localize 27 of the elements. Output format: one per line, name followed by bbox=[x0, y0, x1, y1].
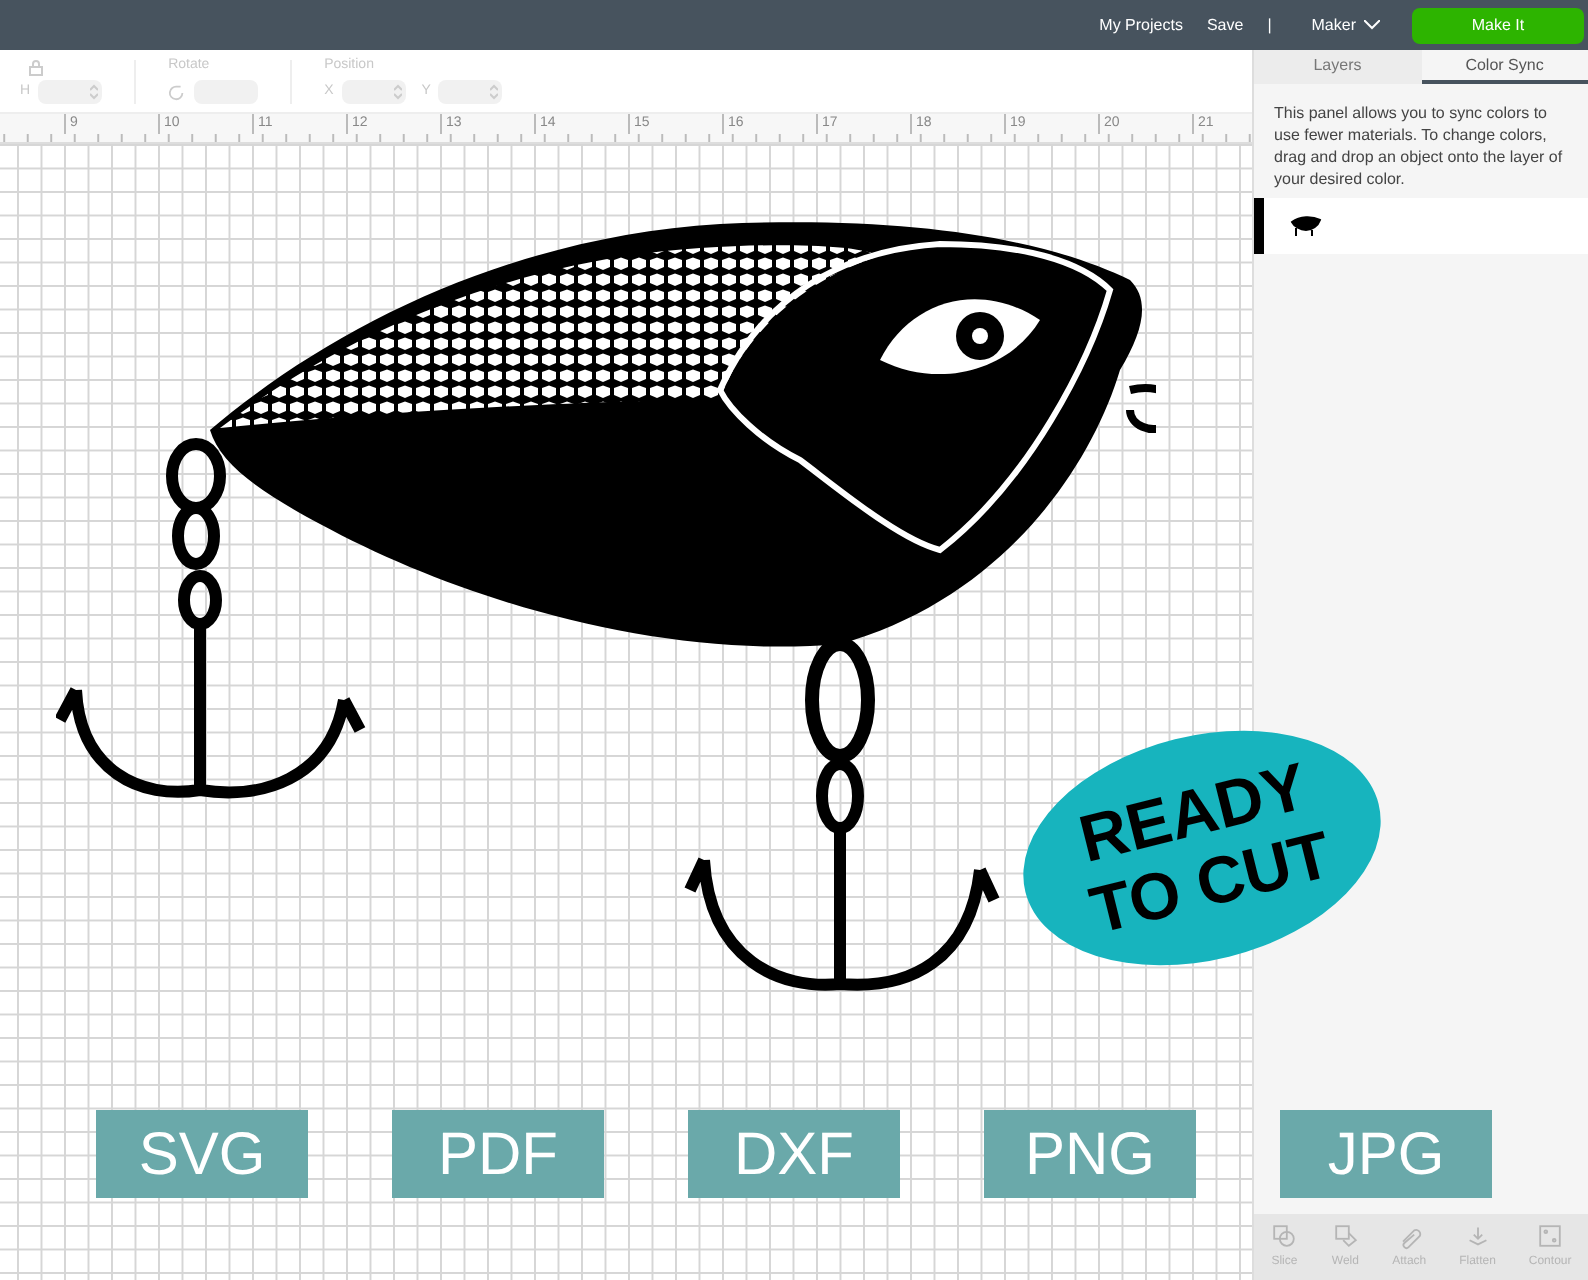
input-field[interactable] bbox=[438, 80, 503, 104]
separator-text: | bbox=[1267, 13, 1272, 37]
format-label: PNG bbox=[984, 1110, 1196, 1198]
input-field[interactable] bbox=[341, 80, 406, 104]
panel-tab[interactable]: Color Sync bbox=[1421, 50, 1588, 84]
format-label: PDF bbox=[392, 1110, 604, 1198]
tool-icon bbox=[1331, 1222, 1360, 1250]
tool-icon bbox=[1463, 1222, 1492, 1250]
stepper-icon bbox=[90, 84, 99, 100]
tool-icon bbox=[1270, 1222, 1299, 1250]
format-label: JPG bbox=[1280, 1110, 1492, 1198]
machine-dropdown[interactable]: Maker bbox=[1311, 13, 1380, 37]
lock-icon bbox=[28, 60, 44, 76]
rotate-icon bbox=[168, 83, 187, 101]
header-link[interactable]: My Projects bbox=[1099, 13, 1183, 37]
stepper-icon bbox=[393, 84, 402, 100]
input-field[interactable] bbox=[38, 80, 103, 104]
format-label: DXF bbox=[688, 1110, 900, 1198]
header-link[interactable]: Save bbox=[1206, 13, 1244, 37]
tool-icon bbox=[1536, 1222, 1565, 1250]
make-it-button[interactable]: Make It bbox=[1412, 7, 1584, 43]
format-label: SVG bbox=[96, 1110, 308, 1198]
lure-thumbnail-icon bbox=[1288, 214, 1324, 238]
chevron-icon bbox=[1364, 20, 1380, 30]
layer-row[interactable] bbox=[1254, 198, 1588, 254]
stepper-icon bbox=[490, 84, 499, 100]
panel-tab[interactable]: Layers bbox=[1254, 50, 1421, 84]
